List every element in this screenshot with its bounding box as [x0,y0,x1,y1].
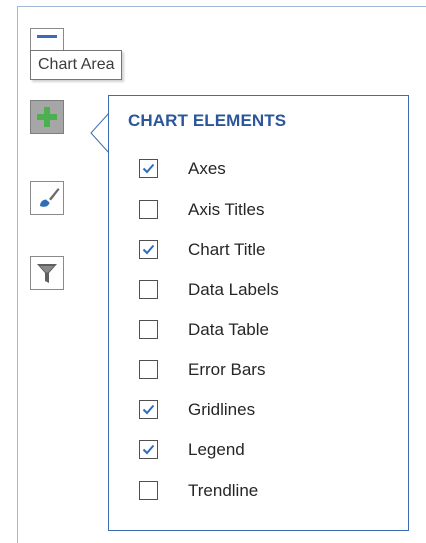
chart-border-top [17,6,426,7]
data-labels-checkbox[interactable] [139,280,158,299]
axis-titles-checkbox[interactable] [139,200,158,219]
trendline-checkbox[interactable] [139,481,158,500]
plus-icon [37,107,57,127]
error-bars-label: Error Bars [188,360,266,379]
item-legend[interactable]: Legend [139,438,389,462]
chart-styles-button[interactable] [30,181,64,215]
item-axes[interactable]: Axes [139,157,389,181]
chart-border-left [17,6,18,543]
chart-title-checkbox[interactable] [139,240,158,259]
item-axis-titles[interactable]: Axis Titles [139,198,389,222]
axis-titles-label: Axis Titles [188,200,265,219]
axes-checkbox[interactable] [139,159,158,178]
checkmark-icon [142,163,155,174]
item-data-table[interactable]: Data Table [139,318,389,342]
filter-icon [37,264,57,283]
item-data-labels[interactable]: Data Labels [139,278,389,302]
trendline-label: Trendline [188,481,259,500]
paintbrush-icon [40,188,60,207]
checkmark-icon [142,244,155,255]
panel-title: CHART ELEMENTS [128,111,287,130]
gridlines-checkbox[interactable] [139,400,158,419]
chart-elements-button[interactable] [30,100,64,134]
gridlines-label: Gridlines [188,400,256,419]
item-error-bars[interactable]: Error Bars [139,358,389,382]
chart-filters-button[interactable] [30,256,64,290]
data-table-label: Data Table [188,320,269,339]
error-bars-checkbox[interactable] [139,360,158,379]
item-gridlines[interactable]: Gridlines [139,398,389,422]
checkmark-icon [142,404,155,415]
checkmark-icon [142,444,155,455]
tooltip: Chart Area [30,50,123,80]
chart-area[interactable]: Chart Area CHART ELEMENTS Axes Axis Titl… [0,0,426,543]
legend-checkbox[interactable] [139,440,158,459]
panel-pointer [90,113,110,153]
layout-icon [37,35,57,38]
axes-label: Axes [188,159,226,178]
chart-title-label: Chart Title [188,240,266,259]
tooltip-text: Chart Area [38,56,115,73]
item-trendline[interactable]: Trendline [139,479,389,503]
chart-elements-panel: CHART ELEMENTS Axes Axis Titles Chart Ti… [108,95,409,531]
data-table-checkbox[interactable] [139,320,158,339]
legend-label: Legend [188,440,245,459]
data-labels-label: Data Labels [188,280,279,299]
item-chart-title[interactable]: Chart Title [139,238,389,262]
